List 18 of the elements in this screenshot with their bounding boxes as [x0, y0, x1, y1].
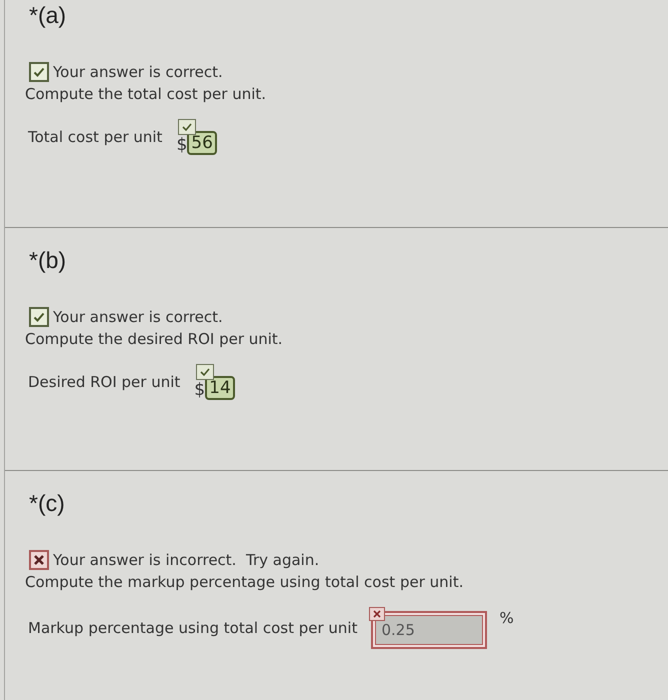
answer-field[interactable]: 14	[205, 376, 235, 400]
answer-field[interactable]: 0.25	[371, 611, 488, 649]
answer-label: Total cost per unit	[28, 127, 162, 148]
section-heading: *(c)	[29, 489, 65, 517]
currency-symbol: $	[194, 380, 206, 400]
section-heading: *(a)	[29, 1, 66, 29]
question-prompt: Compute the desired ROI per unit.	[25, 329, 283, 350]
question-prompt: Compute the total cost per unit.	[25, 84, 266, 105]
feedback-text: Your answer is incorrect. Try again.	[53, 550, 320, 571]
percent-sign: %	[499, 609, 514, 627]
feedback-text: Your answer is correct.	[53, 62, 223, 83]
answer-field[interactable]: 56	[187, 131, 217, 155]
feedback-text: Your answer is correct.	[53, 307, 223, 328]
answer-label: Desired ROI per unit	[28, 372, 180, 393]
currency-symbol: $	[176, 135, 188, 155]
answer-label: Markup percentage using total cost per unit	[28, 618, 358, 639]
section-heading: *(b)	[29, 246, 66, 274]
question-prompt: Compute the markup percentage using total cost per unit.	[25, 572, 464, 593]
